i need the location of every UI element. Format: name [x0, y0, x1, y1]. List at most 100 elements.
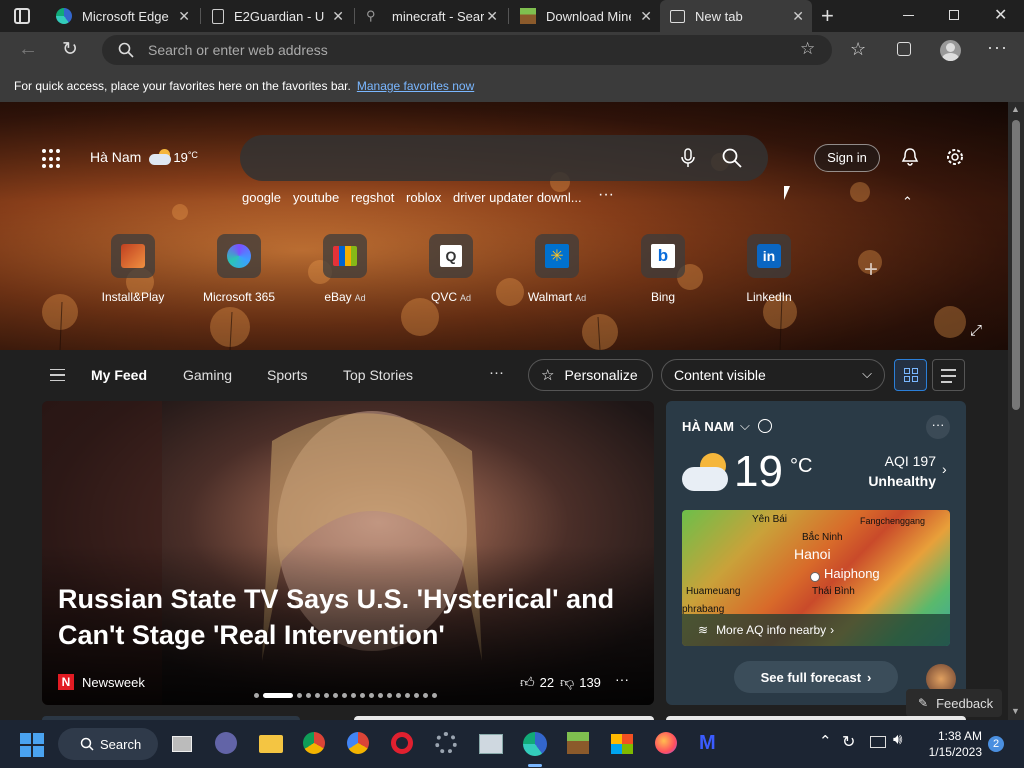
chrome-icon[interactable] — [303, 732, 327, 756]
add-favorite-icon[interactable]: ☆ — [800, 39, 815, 59]
profile-avatar[interactable] — [940, 40, 961, 61]
volume-icon[interactable]: 🔊︎ — [893, 731, 902, 748]
quick-search-google[interactable]: google — [242, 190, 281, 205]
chevron-right-icon[interactable]: › — [942, 461, 947, 477]
quick-search-regshot[interactable]: regshot — [351, 190, 394, 205]
teams-chat-icon[interactable] — [215, 732, 239, 756]
close-tab-icon[interactable]: ✕ — [332, 8, 344, 25]
feedback-button[interactable]: ✎ Feedback — [906, 689, 1002, 717]
nav-gaming[interactable]: Gaming — [183, 367, 232, 383]
favorites-icon[interactable]: ☆ — [850, 39, 866, 60]
scroll-up-icon[interactable]: ▲ — [1011, 104, 1020, 114]
notifications-bell-icon[interactable] — [900, 147, 920, 167]
hero-weather[interactable]: Hà Nam 19 °C — [90, 149, 198, 165]
weather-more-icon[interactable]: ··· — [926, 415, 950, 439]
nav-my-feed[interactable]: My Feed — [91, 367, 147, 383]
close-tab-icon[interactable]: ✕ — [640, 8, 652, 25]
content-visibility-select[interactable]: Content visible ⌵ — [661, 359, 885, 391]
close-tab-icon[interactable]: ✕ — [486, 8, 498, 25]
sign-in-button[interactable]: Sign in — [814, 144, 880, 172]
store-icon[interactable] — [611, 732, 635, 756]
story-headline[interactable]: Russian State TV Says U.S. 'Hysterical' … — [58, 581, 618, 653]
nav-more-icon[interactable]: ··· — [489, 364, 504, 381]
more-aq-link[interactable]: ≋ More AQ info nearby › — [682, 614, 950, 646]
search-icon[interactable] — [722, 148, 742, 168]
quick-search-roblox[interactable]: roblox — [406, 190, 441, 205]
chrome-alt-icon[interactable] — [347, 732, 371, 756]
chart-app-icon[interactable] — [479, 732, 503, 756]
address-bar[interactable]: Search or enter web address ☆ — [102, 35, 832, 65]
tile-bing[interactable]: b Bing — [618, 234, 708, 304]
aqi-indicator[interactable]: AQI 197 Unhealthy — [856, 453, 936, 489]
web-search-input[interactable] — [240, 135, 768, 181]
start-windows-icon[interactable] — [20, 733, 44, 757]
expand-icon[interactable]: ⤢ — [970, 322, 982, 339]
microphone-icon[interactable] — [681, 148, 695, 168]
tab-microsoft-edge[interactable]: Microsoft Edge ✕ — [46, 0, 198, 32]
like-button[interactable]: 👍︎ 22 — [520, 674, 554, 691]
restore-icon[interactable] — [949, 10, 959, 20]
tab-e2guardian[interactable]: E2Guardian - Un ✕ — [202, 0, 352, 32]
minimize-icon[interactable] — [903, 15, 914, 16]
notification-count-badge[interactable]: 2 — [988, 736, 1004, 752]
add-shortcut-plus-icon[interactable]: + — [864, 256, 878, 284]
show-hidden-icons-chevron[interactable]: ⌃ — [819, 732, 832, 750]
collections-icon[interactable] — [897, 42, 911, 56]
weather-card[interactable]: HÀ NAM ⌵ ··· 19 °C AQI 197 Unhealthy › Y… — [666, 401, 966, 705]
tile-install-play[interactable]: Install&Play — [88, 234, 178, 304]
see-full-forecast-button[interactable]: See full forecast › — [734, 661, 898, 693]
browser-toolbar: ← ↻ Search or enter web address ☆ ☆ ··· — [0, 32, 1024, 70]
tile-walmart[interactable]: ✳ Walmart Ad — [512, 234, 602, 304]
apps-grid-icon[interactable] — [42, 149, 62, 169]
tab-new-tab[interactable]: New tab ✕ — [660, 0, 812, 32]
settings-gear-icon[interactable] — [435, 732, 459, 756]
page-scrollbar[interactable]: ▲ ▼ — [1008, 102, 1024, 720]
carousel-dots[interactable] — [254, 693, 437, 698]
firefox-icon[interactable] — [655, 732, 679, 756]
quick-search-driver-updater[interactable]: driver updater downl... — [453, 190, 582, 205]
air-quality-map[interactable]: Yên Bái Bắc Ninh Hanoi Haiphong Thái Bìn… — [682, 510, 950, 646]
close-tab-icon[interactable]: ✕ — [792, 8, 804, 25]
list-layout-button[interactable] — [932, 359, 965, 391]
tile-microsoft-365[interactable]: Microsoft 365 — [194, 234, 284, 304]
tab-download-minecraft[interactable]: Download Mine ✕ — [510, 0, 660, 32]
file-explorer-icon[interactable] — [259, 732, 283, 756]
story-source[interactable]: N Newsweek — [58, 674, 145, 690]
dislike-comments-button[interactable]: 👎︎ 139 — [560, 674, 601, 691]
opera-icon[interactable] — [391, 732, 415, 756]
manage-favorites-link[interactable]: Manage favorites now — [357, 79, 474, 93]
story-more-icon[interactable]: ··· — [615, 671, 629, 687]
nav-sports[interactable]: Sports — [267, 367, 307, 383]
new-tab-plus-icon[interactable]: + — [821, 3, 834, 29]
edge-taskbar-icon[interactable] — [523, 732, 547, 756]
update-tray-icon[interactable]: ↻ — [842, 732, 855, 752]
tab-actions-icon[interactable] — [14, 8, 30, 24]
tab-minecraft-search[interactable]: ⚲ minecraft - Sear ✕ — [356, 0, 506, 32]
personalize-button[interactable]: ☆ Personalize — [528, 359, 653, 391]
taskbar-search-button[interactable]: Search — [58, 728, 158, 760]
grid-layout-button[interactable] — [894, 359, 927, 391]
scroll-down-icon[interactable]: ▼ — [1011, 706, 1020, 716]
quick-search-more-icon[interactable]: ··· — [598, 186, 614, 204]
task-view-icon[interactable] — [172, 732, 196, 756]
close-tab-icon[interactable]: ✕ — [178, 8, 190, 25]
feed-menu-icon[interactable] — [50, 369, 65, 381]
refresh-icon[interactable]: ↻ — [62, 38, 78, 61]
collapse-chevron-up-icon[interactable]: ⌃ — [902, 194, 913, 210]
network-icon[interactable] — [870, 736, 886, 748]
weather-location[interactable]: HÀ NAM ⌵ — [682, 418, 772, 434]
quick-search-youtube[interactable]: youtube — [293, 190, 339, 205]
close-window-icon[interactable]: ✕ — [994, 5, 1007, 25]
nav-top-stories[interactable]: Top Stories — [343, 367, 413, 383]
tile-ebay[interactable]: eBay Ad — [300, 234, 390, 304]
settings-more-icon[interactable]: ··· — [987, 37, 1008, 58]
scrollbar-thumb[interactable] — [1012, 120, 1020, 410]
tile-linkedin[interactable]: in LinkedIn — [724, 234, 814, 304]
back-icon[interactable]: ← — [18, 38, 38, 61]
malwarebytes-icon[interactable]: M — [699, 732, 723, 756]
tile-qvc[interactable]: Q QVC Ad — [406, 234, 496, 304]
clock[interactable]: 1:38 AM 1/15/2023 — [920, 728, 982, 760]
page-settings-gear-icon[interactable] — [944, 146, 966, 168]
top-story-card[interactable]: Russian State TV Says U.S. 'Hysterical' … — [42, 401, 654, 705]
minecraft-taskbar-icon[interactable] — [567, 732, 591, 756]
